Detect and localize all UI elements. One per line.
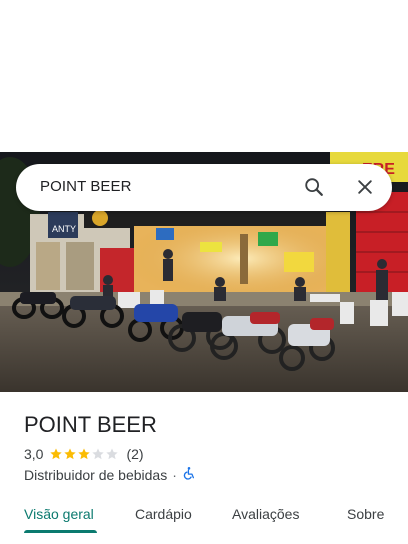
star-empty-icon (92, 448, 105, 460)
rating-stars (49, 447, 119, 461)
place-title: POINT BEER (24, 412, 157, 437)
tab-visao-geral[interactable]: Visão geral (24, 506, 94, 522)
map-area-blank (0, 0, 408, 152)
search-query-text[interactable]: POINT BEER (40, 178, 132, 195)
star-filled-icon (50, 448, 63, 460)
tab-avaliacoes[interactable]: Avaliações (232, 506, 299, 522)
category-separator: · (172, 466, 177, 483)
star-filled-icon (78, 448, 91, 460)
place-category: Distribuidor de bebidas (24, 466, 168, 483)
review-count[interactable]: (2) (126, 446, 143, 462)
search-bar[interactable]: POINT BEER (16, 164, 392, 211)
wheelchair-icon (182, 466, 196, 483)
category-row: Distribuidor de bebidas · (24, 466, 196, 483)
close-icon[interactable] (353, 175, 377, 199)
rating-row[interactable]: 3,0 (2) (24, 446, 144, 462)
star-filled-icon (64, 448, 77, 460)
search-icon[interactable] (302, 175, 326, 199)
left-store-sign: ANTY (52, 224, 76, 234)
tab-bar: Visão geral Cardápio Avaliações Sobre (0, 504, 408, 544)
tab-sobre[interactable]: Sobre (347, 506, 384, 522)
tab-cardapio[interactable]: Cardápio (135, 506, 192, 522)
star-empty-icon (106, 448, 119, 460)
rating-value: 3,0 (24, 446, 44, 462)
active-tab-indicator (24, 530, 97, 533)
place-info-panel: POINT BEER 3,0 (2) Distribuidor de bebid… (0, 392, 408, 544)
